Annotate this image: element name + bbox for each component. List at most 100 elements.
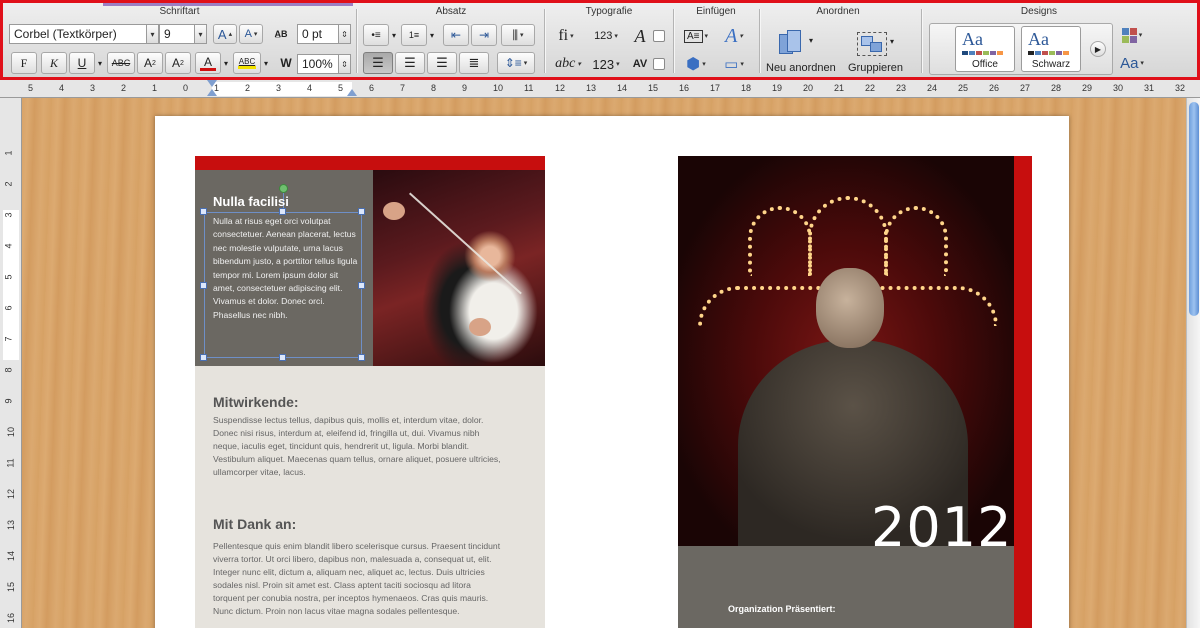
resize-handle[interactable] [358,208,365,215]
font-size-dropdown[interactable]: ▾ [195,24,207,44]
ruler-tick-label: 10 [493,83,504,93]
line-spacing-button[interactable]: ⇕≡ ▾ [497,52,535,74]
ruler-tick-label: 6 [3,305,14,311]
ruler-tick-label: 13 [586,83,597,93]
number-forms-icon: 123 [594,30,613,42]
speaker-head [816,268,884,348]
ruler-tick-label: 22 [865,83,876,93]
vertical-scrollbar[interactable] [1186,98,1200,628]
scale-stepper[interactable]: ⇕ [339,54,351,74]
presenter-label: Organization Präsentiert: [728,604,836,614]
resize-handle[interactable] [200,282,207,289]
numbered-list-button[interactable]: 1≡ [401,24,427,46]
italic-button[interactable]: K [41,52,67,74]
kerning-icon[interactable]: W [275,52,297,74]
rotation-handle[interactable] [279,184,288,193]
ruler-tick-label: 2 [245,83,251,93]
theater-arch [748,206,812,276]
stylistic-sets-button[interactable]: abc ▾ [551,52,585,76]
horizontal-ruler[interactable]: 5 4 3 2 1 0 1 2 3 4 5 6 7 8 9 10 11 12 13 14 15 16 17 18 19 20 21 2… [0,80,1200,98]
decrease-indent-button[interactable]: ⇤ [443,24,469,46]
theater-photo[interactable] [678,156,1014,546]
group-icon: ▾ [857,32,894,56]
numbered-list-dropdown[interactable]: ▾ [427,24,437,46]
highlight-dropdown[interactable]: ▾ [261,52,271,74]
resize-handle[interactable] [200,208,207,215]
highlight-button[interactable]: ABC [233,52,261,74]
ruler-tick-label: 9 [3,398,14,404]
stylistic-sets-icon: abc [555,56,576,71]
superscript-button[interactable]: A2 [137,52,163,74]
font-family-dropdown[interactable]: ▾ [147,24,159,44]
align-right-button[interactable]: ☰ [427,52,457,74]
resize-handle[interactable] [279,208,286,215]
resize-handle[interactable] [279,354,286,361]
spacing-checkbox[interactable] [653,58,665,70]
increase-indent-button[interactable]: ⇥ [471,24,497,46]
ruler-tick-label: 27 [1020,83,1031,93]
scale-field[interactable]: 100% [297,54,339,74]
ruler-tick-label: 12 [6,488,17,500]
scrollbar-thumb[interactable] [1189,102,1199,316]
designs-group-title: Designs [1020,6,1058,17]
document-page[interactable]: Nulla facilisi Nulla at risus eget orci … [155,116,1069,628]
gallery-next-button[interactable]: ▶ [1090,41,1106,57]
theme-fonts-button[interactable]: Aa ▾ [1117,51,1147,75]
bullet-list-dropdown[interactable]: ▾ [389,24,399,46]
font-group: Schriftart Corbel (Textkörper) ▾ 9 ▾ A ▴ … [7,6,352,76]
theme-colors-button[interactable]: ▾ [1117,23,1147,47]
align-left-button[interactable]: ☰ [363,52,393,74]
font-family-field[interactable]: Corbel (Textkörper) [9,24,147,44]
align-center-button[interactable]: ☰ [395,52,425,74]
picture-button[interactable]: ▭ ▾ [717,52,751,76]
bullet-list-button[interactable]: •≡ [363,24,389,46]
ruler-tick-label: 7 [400,83,406,93]
ruler-tick-label: 0 [183,83,189,93]
grow-font-button[interactable]: A ▴ [213,24,237,44]
theme-schwarz[interactable]: Aa Schwarz [1021,26,1081,72]
strikethrough-button[interactable]: ABC [107,52,135,74]
resize-handle[interactable] [200,354,207,361]
formatting-ribbon: Schriftart Corbel (Textkörper) ▾ 9 ▾ A ▴ … [0,0,1200,80]
ruler-tick-label: 18 [741,83,752,93]
right-indent-marker-icon [347,89,357,96]
character-spacing-icon[interactable]: A̲B [269,24,293,44]
insert-group-title: Einfügen [696,6,736,17]
bold-button[interactable]: F [11,52,37,74]
character-spacing-field[interactable]: 0 pt [297,24,339,44]
underline-button[interactable]: U [69,52,95,74]
grow-font-icon: A [217,26,227,42]
text-box-button[interactable]: A≡ ▾ [679,24,713,48]
wordart-button[interactable]: A ▾ [717,24,751,48]
ribbon-separator [356,9,357,73]
ruler-tick-label: 4 [59,83,65,93]
spacing-stepper[interactable]: ⇕ [339,24,351,44]
subscript-button[interactable]: A2 [165,52,191,74]
font-size-field[interactable]: 9 [159,24,195,44]
vertical-ruler[interactable]: 1 2 3 4 5 6 7 8 9 10 11 12 13 14 15 16 [0,98,22,628]
stylistic-alternates-icon[interactable]: A [629,24,651,48]
ruler-tick-label: 3 [3,212,14,218]
font-color-icon: A [203,54,212,69]
columns-button[interactable]: ⫼ ▾ [501,24,535,46]
justify-button[interactable]: ≣ [459,52,489,74]
shrink-font-icon: A [244,28,252,40]
font-color-button[interactable]: A [195,52,221,74]
character-spacing-button[interactable]: AV [629,52,651,76]
conductor-photo[interactable] [373,170,545,366]
resize-handle[interactable] [358,354,365,361]
ruler-tick-label: 2 [121,83,127,93]
shrink-font-button[interactable]: A ▾ [239,24,263,44]
stylistic-checkbox[interactable] [653,30,665,42]
shapes-button[interactable]: ⬢ ▾ [679,52,713,76]
number-forms-button[interactable]: 123 ▾ [589,24,623,48]
theater-arch [808,196,888,276]
ribbon-separator [544,9,545,73]
ruler-tick-label: 21 [834,83,845,93]
theme-office[interactable]: Aa Office [955,26,1015,72]
ligatures-button[interactable]: fi ▾ [551,24,581,48]
document-canvas: Nulla facilisi Nulla at risus eget orci … [22,98,1186,628]
font-color-dropdown[interactable]: ▾ [221,52,231,74]
underline-options-dropdown[interactable]: ▾ [95,52,105,74]
number-spacing-button[interactable]: 123 ▾ [589,52,623,76]
